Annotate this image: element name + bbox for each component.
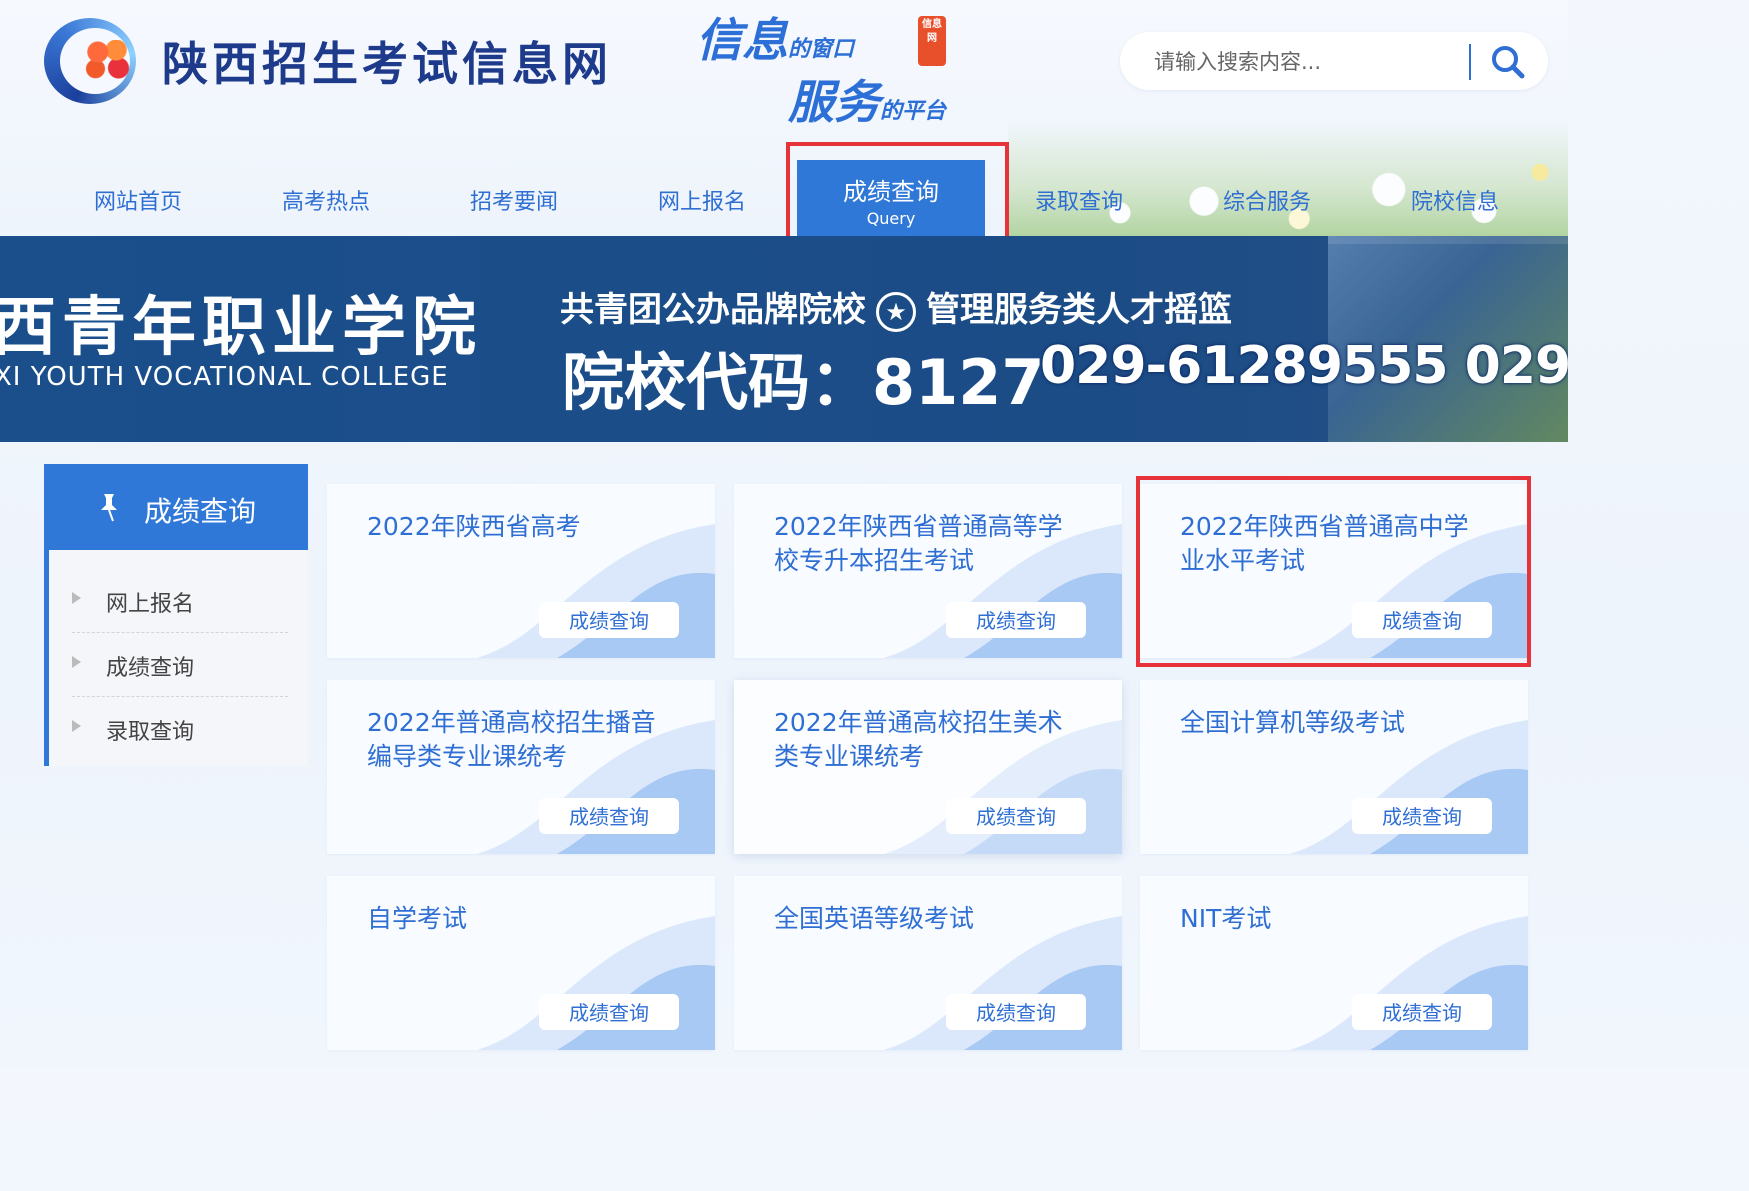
exam-card: 2022年普通高校招生美术类专业课统考 成绩查询 bbox=[734, 680, 1122, 854]
score-query-button[interactable]: 成绩查询 bbox=[539, 602, 679, 638]
exam-card: 2022年陕西省普通高等学校专升本招生考试 成绩查询 bbox=[734, 484, 1122, 658]
pushpin-icon bbox=[101, 494, 117, 522]
banner-phones: 029-61289555 029-61289666 bbox=[1040, 336, 1568, 396]
score-query-button[interactable]: 成绩查询 bbox=[946, 798, 1086, 834]
triangle-right-icon bbox=[72, 720, 81, 732]
triangle-right-icon bbox=[72, 656, 81, 668]
sidebar-item-label: 网上报名 bbox=[106, 592, 195, 617]
card-title: 全国英语等级考试 bbox=[774, 904, 975, 933]
nav-item-score-query[interactable]: 成绩查询 Query bbox=[797, 160, 985, 236]
search-icon bbox=[1492, 46, 1525, 79]
nav-item-admission-query[interactable]: 录取查询 bbox=[999, 184, 1159, 216]
nav-item-gaokao-hot[interactable]: 高考热点 bbox=[246, 184, 406, 216]
slogan-seal: 信息网 bbox=[918, 16, 946, 66]
banner-college-code: 院校代码：8127 bbox=[562, 346, 1045, 419]
card-title: 2022年陕西省普通高中学业水平考试 bbox=[1180, 512, 1469, 575]
banner-college-en: XI YOUTH VOCATIONAL COLLEGE bbox=[0, 362, 449, 392]
card-title: 全国计算机等级考试 bbox=[1180, 708, 1406, 737]
sidebar-item-label: 录取查询 bbox=[106, 720, 195, 745]
card-title: 2022年普通高校招生播音编导类专业课统考 bbox=[367, 708, 656, 771]
sidebar-item-admission-query[interactable]: 录取查询 bbox=[72, 696, 288, 760]
nav-item-colleges[interactable]: 院校信息 bbox=[1375, 184, 1535, 216]
banner-tag-right: 管理服务类人才摇篮 bbox=[926, 290, 1232, 330]
banner-tag-left: 共青团公办品牌院校 bbox=[560, 290, 866, 330]
nav-item-news[interactable]: 招考要闻 bbox=[434, 184, 594, 216]
site-header: 陕西招生考试信息网 信息的窗口 信息网 服务的平台 网站首页 高考热点 招考要闻… bbox=[0, 0, 1568, 236]
nav-item-services[interactable]: 综合服务 bbox=[1187, 184, 1347, 216]
banner-college-name: 西青年职业学院 bbox=[0, 290, 482, 365]
exam-card: 2022年陕西省普通高中学业水平考试 成绩查询 bbox=[1140, 484, 1528, 658]
site-slogan: 信息的窗口 信息网 服务的平台 bbox=[696, 4, 996, 129]
logo-emblem-icon bbox=[44, 14, 144, 108]
sidebar-header: 成绩查询 bbox=[44, 464, 308, 550]
exam-card: 全国计算机等级考试 成绩查询 bbox=[1140, 680, 1528, 854]
search-input[interactable] bbox=[1152, 44, 1456, 80]
ad-banner[interactable]: 西青年职业学院 XI YOUTH VOCATIONAL COLLEGE 共青团公… bbox=[0, 236, 1568, 442]
slogan-line1-big: 信息 bbox=[696, 13, 788, 67]
exam-card: 2022年普通高校招生播音编导类专业课统考 成绩查询 bbox=[327, 680, 715, 854]
card-title: 2022年陕西省高考 bbox=[367, 512, 581, 541]
slogan-line2-big: 服务 bbox=[788, 75, 880, 129]
score-query-button[interactable]: 成绩查询 bbox=[946, 994, 1086, 1030]
triangle-right-icon bbox=[72, 592, 81, 604]
slogan-line-1: 信息的窗口 bbox=[696, 4, 854, 70]
score-query-button[interactable]: 成绩查询 bbox=[1352, 994, 1492, 1030]
card-title: NIT考试 bbox=[1180, 904, 1272, 933]
slogan-line1-small: 的窗口 bbox=[788, 36, 855, 62]
slogan-line-2: 服务的平台 bbox=[788, 66, 946, 132]
search-box bbox=[1120, 32, 1548, 90]
nav-item-score-query-sub: Query bbox=[866, 209, 916, 228]
sidebar-item-score-query[interactable]: 成绩查询 bbox=[72, 632, 288, 697]
nav-item-registration[interactable]: 网上报名 bbox=[622, 184, 782, 216]
sidebar-title: 成绩查询 bbox=[144, 495, 257, 528]
star-icon: ★ bbox=[876, 291, 916, 332]
slogan-line2-small: 的平台 bbox=[880, 98, 947, 124]
search-divider bbox=[1469, 44, 1471, 80]
card-title: 2022年陕西省普通高等学校专升本招生考试 bbox=[774, 512, 1063, 575]
search-button[interactable] bbox=[1488, 42, 1528, 82]
score-query-button[interactable]: 成绩查询 bbox=[946, 602, 1086, 638]
sidebar-item-label: 成绩查询 bbox=[106, 656, 195, 681]
sidebar: 成绩查询 网上报名 成绩查询 录取查询 bbox=[44, 464, 308, 766]
main-nav: 网站首页 高考热点 招考要闻 网上报名 成绩查询 Query 录取查询 综合服务… bbox=[0, 160, 1568, 236]
sidebar-accent-line bbox=[44, 550, 49, 766]
score-query-button[interactable]: 成绩查询 bbox=[539, 994, 679, 1030]
site-title: 陕西招生考试信息网 bbox=[162, 37, 612, 91]
score-query-button[interactable]: 成绩查询 bbox=[1352, 602, 1492, 638]
exam-card: NIT考试 成绩查询 bbox=[1140, 876, 1528, 1050]
nav-item-score-query-label: 成绩查询 bbox=[843, 178, 939, 206]
score-query-button[interactable]: 成绩查询 bbox=[1352, 798, 1492, 834]
logo-flower bbox=[84, 40, 130, 80]
site-logo[interactable]: 陕西招生考试信息网 bbox=[44, 14, 612, 108]
nav-item-home[interactable]: 网站首页 bbox=[58, 184, 218, 216]
exam-card: 全国英语等级考试 成绩查询 bbox=[734, 876, 1122, 1050]
sidebar-item-registration[interactable]: 网上报名 bbox=[72, 568, 288, 633]
banner-tagline: 共青团公办品牌院校 ★ 管理服务类人才摇篮 bbox=[560, 282, 1232, 332]
card-title: 2022年普通高校招生美术类专业课统考 bbox=[774, 708, 1063, 771]
score-query-button[interactable]: 成绩查询 bbox=[539, 798, 679, 834]
exam-card: 2022年陕西省高考 成绩查询 bbox=[327, 484, 715, 658]
exam-card: 自学考试 成绩查询 bbox=[327, 876, 715, 1050]
card-title: 自学考试 bbox=[367, 904, 468, 933]
